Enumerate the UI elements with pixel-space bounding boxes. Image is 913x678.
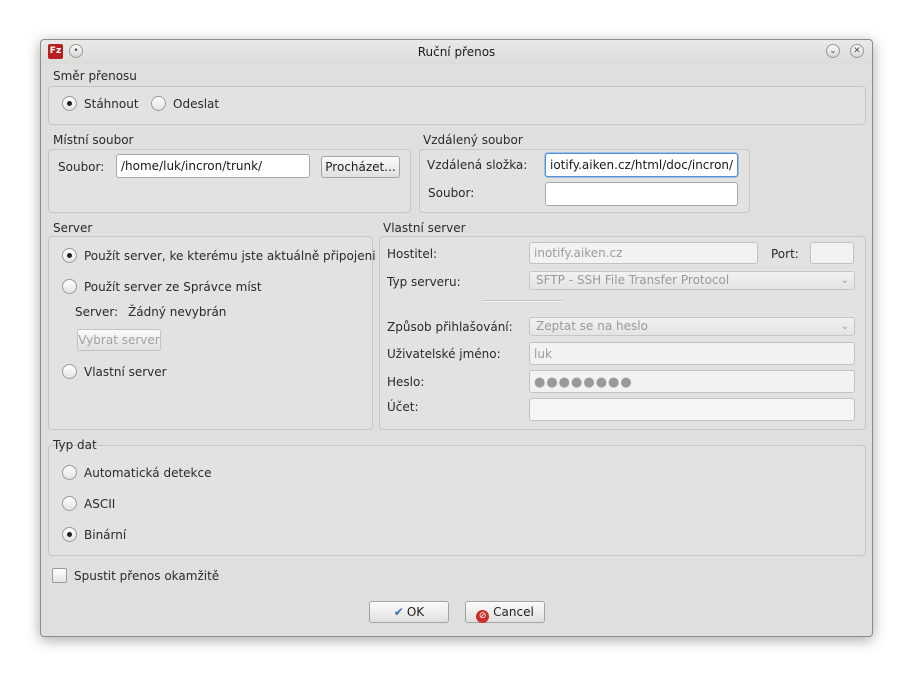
server-info-label: Server: <box>75 305 119 319</box>
password-label: Heslo: <box>387 375 425 389</box>
binary-radio[interactable] <box>62 527 77 542</box>
upload-radio[interactable] <box>151 96 166 111</box>
direction-group-label: Směr přenosu <box>53 69 137 83</box>
port-input[interactable] <box>810 242 854 264</box>
start-immediately-checkbox[interactable] <box>52 568 67 583</box>
download-radio-label[interactable]: Stáhnout <box>84 97 139 111</box>
start-immediately-label[interactable]: Spustit přenos okamžitě <box>74 569 219 583</box>
remote-folder-label: Vzdálená složka: <box>427 158 528 172</box>
select-server-button[interactable]: Vybrat server <box>77 329 161 351</box>
chevron-down-icon: ⌄ <box>840 275 849 286</box>
password-input[interactable]: ●●●●●●●● <box>529 370 855 393</box>
custom-server-radio[interactable] <box>62 364 77 379</box>
direction-group <box>48 86 866 125</box>
remote-file-input[interactable] <box>545 182 738 206</box>
custom-server-radio-label[interactable]: Vlastní server <box>84 365 167 379</box>
checkmark-icon: ✔ <box>393 605 404 619</box>
ok-button-label: OK <box>406 605 425 619</box>
window-title: Ruční přenos <box>417 45 496 59</box>
use-site-manager-radio[interactable] <box>62 279 77 294</box>
logon-type-label: Způsob přihlašování: <box>387 320 513 334</box>
local-file-label: Soubor: <box>58 160 105 174</box>
server-group-label: Server <box>53 221 93 235</box>
logon-type-select[interactable]: Zeptat se na heslo ⌄ <box>529 317 855 336</box>
cancel-button-label: Cancel <box>493 605 534 619</box>
title-bar: Fz • Ruční přenos ⌄ ✕ <box>41 40 872 64</box>
remote-file-label: Soubor: <box>428 186 475 200</box>
ok-button[interactable]: ✔ OK <box>369 601 449 623</box>
auto-detect-label[interactable]: Automatická detekce <box>84 466 211 480</box>
remote-file-group-label: Vzdálený soubor <box>423 133 523 147</box>
port-label: Port: <box>771 247 799 261</box>
ascii-radio[interactable] <box>62 496 77 511</box>
server-info-value: Žádný nevybrán <box>128 305 227 319</box>
username-input[interactable]: luk <box>529 342 855 365</box>
account-input[interactable] <box>529 398 855 421</box>
server-type-select[interactable]: SFTP - SSH File Transfer Protocol ⌄ <box>529 271 855 290</box>
server-type-label: Typ serveru: <box>387 275 461 289</box>
server-type-value: SFTP - SSH File Transfer Protocol <box>536 273 730 287</box>
manual-transfer-dialog: Fz • Ruční přenos ⌄ ✕ Směr přenosu Stáhn… <box>40 39 873 637</box>
cancel-icon: ⊘ <box>476 610 490 623</box>
download-radio[interactable] <box>62 96 77 111</box>
logon-type-value: Zeptat se na heslo <box>536 319 648 333</box>
binary-label[interactable]: Binární <box>84 528 126 542</box>
host-label: Hostitel: <box>387 247 438 261</box>
minimize-button[interactable]: ⌄ <box>826 44 840 58</box>
chevron-down-icon: ⌄ <box>840 321 849 332</box>
host-input[interactable]: inotify.aiken.cz <box>529 242 758 264</box>
data-type-group <box>48 445 866 556</box>
custom-server-group-label: Vlastní server <box>383 221 466 235</box>
local-file-group-label: Místní soubor <box>53 133 134 147</box>
username-label: Uživatelské jméno: <box>387 347 501 361</box>
password-masked-value: ●●●●●●●● <box>534 375 633 390</box>
account-label: Účet: <box>387 400 419 414</box>
use-site-manager-label[interactable]: Použít server ze Správce míst <box>84 280 262 294</box>
upload-radio-label[interactable]: Odeslat <box>173 97 219 111</box>
use-current-server-label[interactable]: Použít server, ke kterému jste aktuálně … <box>84 249 376 263</box>
remote-folder-input[interactable]: iotify.aiken.cz/html/doc/incron/ <box>545 153 738 177</box>
local-file-input[interactable]: /home/luk/incron/trunk/ <box>116 154 310 178</box>
ascii-label[interactable]: ASCII <box>84 497 115 511</box>
close-button[interactable]: ✕ <box>850 44 864 58</box>
data-type-group-label: Typ dat <box>53 438 97 452</box>
use-current-server-radio[interactable] <box>62 248 77 263</box>
separator <box>483 300 563 302</box>
browse-button[interactable]: Procházet... <box>321 156 400 178</box>
auto-detect-radio[interactable] <box>62 465 77 480</box>
cancel-button[interactable]: ⊘ Cancel <box>465 601 545 623</box>
